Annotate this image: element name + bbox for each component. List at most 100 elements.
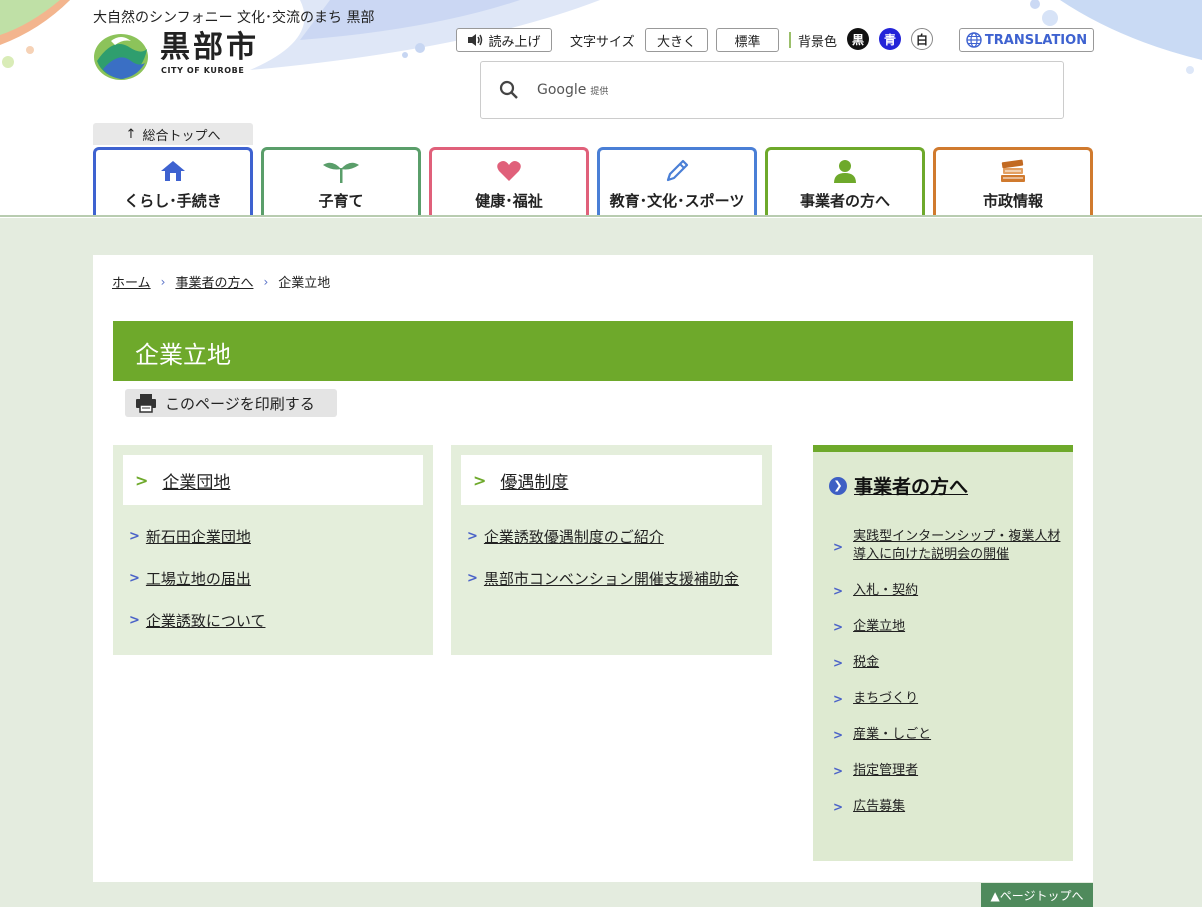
chevron-right-icon: > bbox=[135, 470, 149, 490]
sidebar-item[interactable]: > 入札・契約 bbox=[833, 582, 1063, 600]
city-logo-icon[interactable] bbox=[93, 31, 149, 81]
sidebar-item-link[interactable]: 入札・契約 bbox=[853, 582, 918, 600]
page-top-button[interactable]: ▲ページトップへ bbox=[981, 883, 1093, 907]
chevron-right-icon: > bbox=[833, 584, 844, 598]
category-heading-link[interactable]: 企業団地 bbox=[162, 468, 230, 493]
nav-education-label: 教育･文化･スポーツ bbox=[609, 192, 745, 210]
heart-icon bbox=[497, 161, 521, 181]
chevron-right-icon: > bbox=[467, 570, 478, 586]
sidebar-item[interactable]: > 広告募集 bbox=[833, 798, 1063, 816]
sidebar-item[interactable]: > まちづくり bbox=[833, 690, 1063, 708]
site-catchphrase: 大自然のシンフォニー 文化･交流のまち 黒部 bbox=[93, 10, 375, 26]
chevron-right-icon: > bbox=[129, 570, 140, 586]
sidebar-item-link[interactable]: 企業立地 bbox=[853, 618, 905, 636]
breadcrumb-home[interactable]: ホーム bbox=[112, 272, 151, 291]
sidebar-item[interactable]: > 企業立地 bbox=[833, 618, 1063, 636]
search-input[interactable]: Google 提供 bbox=[480, 61, 1064, 119]
sidebar-item-link[interactable]: 産業・しごと bbox=[853, 726, 931, 744]
category-box-incentives: > 優遇制度 > 企業誘致優遇制度のご紹介 > 黒部市コンベンション開催支援補助金 bbox=[451, 445, 772, 655]
printer-icon bbox=[136, 394, 156, 413]
search-provided-label: 提供 bbox=[590, 87, 609, 97]
translation-button[interactable]: TRANSLATION bbox=[959, 28, 1094, 52]
chevron-right-icon: > bbox=[833, 764, 844, 778]
category-link-list: > 新石田企業団地 > 工場立地の届出 > 企業誘致について bbox=[129, 526, 265, 652]
sidebar-item[interactable]: > 産業・しごと bbox=[833, 726, 1063, 744]
read-aloud-button[interactable]: 読み上げ bbox=[456, 28, 552, 52]
divider bbox=[789, 32, 791, 48]
list-item[interactable]: > 工場立地の届出 bbox=[129, 568, 265, 588]
list-item-link[interactable]: 工場立地の届出 bbox=[146, 568, 251, 589]
general-top-link[interactable]: ↑ 総合トップへ bbox=[93, 123, 253, 145]
category-heading[interactable]: > 企業団地 bbox=[123, 455, 423, 505]
pencil-icon bbox=[666, 159, 689, 182]
breadcrumb-business[interactable]: 事業者の方へ bbox=[175, 272, 253, 291]
chevron-right-icon: > bbox=[129, 528, 140, 544]
print-label: このページを印刷する bbox=[165, 394, 315, 413]
bg-black-button[interactable]: 黒 bbox=[847, 28, 869, 50]
search-provider: Google 提供 bbox=[537, 82, 608, 98]
sidebar-item-link[interactable]: まちづくり bbox=[853, 690, 918, 708]
main-content: ホーム › 事業者の方へ › 企業立地 企業立地 このページを印刷する > 企業… bbox=[93, 255, 1093, 882]
nav-childcare[interactable]: 子育て bbox=[261, 147, 421, 217]
font-size-label: 文字サイズ bbox=[570, 35, 635, 50]
nav-business[interactable]: 事業者の方へ bbox=[765, 147, 925, 217]
house-icon bbox=[161, 161, 185, 181]
nav-health[interactable]: 健康･福祉 bbox=[429, 147, 589, 217]
nav-health-label: 健康･福祉 bbox=[475, 192, 543, 210]
sidebar-item[interactable]: > 税金 bbox=[833, 654, 1063, 672]
city-name-english: CITY OF KUROBE bbox=[161, 66, 245, 75]
sidebar-link-list: > 実践型インターンシップ・複業人材導入に向けた説明会の開催 > 入札・契約 > 企業… bbox=[833, 528, 1063, 816]
sprout-icon bbox=[323, 162, 359, 183]
sidebar: ❯ 事業者の方へ > 実践型インターンシップ・複業人材導入に向けた説明会の開催 >… bbox=[813, 445, 1073, 861]
print-button[interactable]: このページを印刷する bbox=[125, 389, 337, 417]
category-heading[interactable]: > 優遇制度 bbox=[461, 455, 762, 505]
header-divider bbox=[0, 215, 1202, 217]
sidebar-heading-link[interactable]: 事業者の方へ bbox=[854, 472, 968, 499]
breadcrumb: ホーム › 事業者の方へ › 企業立地 bbox=[112, 272, 331, 292]
search-icon[interactable] bbox=[499, 80, 519, 100]
global-nav: くらし･手続き 子育て 健康･福祉 教育･文化･スポーツ 事業者の方へ 市政情報 bbox=[93, 147, 1093, 217]
chevron-right-icon: > bbox=[833, 728, 844, 742]
chevron-right-icon: > bbox=[833, 540, 844, 554]
nav-education[interactable]: 教育･文化･スポーツ bbox=[597, 147, 757, 217]
person-icon bbox=[834, 160, 856, 183]
sidebar-item-link[interactable]: 広告募集 bbox=[853, 798, 905, 816]
read-aloud-label: 読み上げ bbox=[488, 34, 541, 50]
list-item-link[interactable]: 黒部市コンベンション開催支援補助金 bbox=[484, 568, 739, 589]
arrow-up-icon: ↑ bbox=[125, 126, 137, 142]
font-standard-button[interactable]: 標準 bbox=[716, 28, 779, 52]
page-title: 企業立地 bbox=[135, 341, 231, 369]
chevron-right-icon: > bbox=[473, 470, 487, 490]
chevron-right-icon: › bbox=[160, 274, 166, 289]
list-item-link[interactable]: 企業誘致について bbox=[146, 610, 266, 631]
list-item-link[interactable]: 新石田企業団地 bbox=[146, 526, 251, 547]
translation-label: TRANSLATION bbox=[984, 32, 1088, 48]
nav-business-label: 事業者の方へ bbox=[799, 192, 890, 210]
nav-city-info[interactable]: 市政情報 bbox=[933, 147, 1093, 217]
bg-blue-button[interactable]: 青 bbox=[879, 28, 901, 50]
list-item[interactable]: > 新石田企業団地 bbox=[129, 526, 265, 546]
sidebar-item[interactable]: > 実践型インターンシップ・複業人材導入に向けた説明会の開催 bbox=[833, 528, 1063, 566]
category-heading-link[interactable]: 優遇制度 bbox=[500, 468, 568, 493]
city-name: 黒部市 bbox=[160, 30, 259, 65]
sidebar-item-link[interactable]: 実践型インターンシップ・複業人材導入に向けた説明会の開催 bbox=[853, 528, 1063, 566]
list-item[interactable]: > 企業誘致について bbox=[129, 610, 265, 630]
list-item[interactable]: > 黒部市コンベンション開催支援補助金 bbox=[467, 568, 739, 588]
chevron-right-icon: > bbox=[833, 620, 844, 634]
list-item-link[interactable]: 企業誘致優遇制度のご紹介 bbox=[484, 526, 664, 547]
sidebar-heading[interactable]: ❯ 事業者の方へ bbox=[829, 472, 968, 499]
sidebar-item-link[interactable]: 税金 bbox=[853, 654, 879, 672]
sidebar-item-link[interactable]: 指定管理者 bbox=[853, 762, 918, 780]
bg-color-label: 背景色 bbox=[798, 35, 838, 50]
category-box-industrial-parks: > 企業団地 > 新石田企業団地 > 工場立地の届出 > 企業誘致について bbox=[113, 445, 433, 655]
font-large-button[interactable]: 大きく bbox=[645, 28, 708, 52]
bg-white-button[interactable]: 白 bbox=[911, 28, 933, 50]
page-title-bar: 企業立地 bbox=[113, 321, 1073, 381]
chevron-right-icon: > bbox=[833, 800, 844, 814]
sidebar-item[interactable]: > 指定管理者 bbox=[833, 762, 1063, 780]
nav-living[interactable]: くらし･手続き bbox=[93, 147, 253, 217]
speaker-icon bbox=[468, 34, 483, 46]
list-item[interactable]: > 企業誘致優遇制度のご紹介 bbox=[467, 526, 739, 546]
breadcrumb-current: 企業立地 bbox=[278, 276, 331, 291]
books-icon bbox=[1001, 159, 1025, 182]
